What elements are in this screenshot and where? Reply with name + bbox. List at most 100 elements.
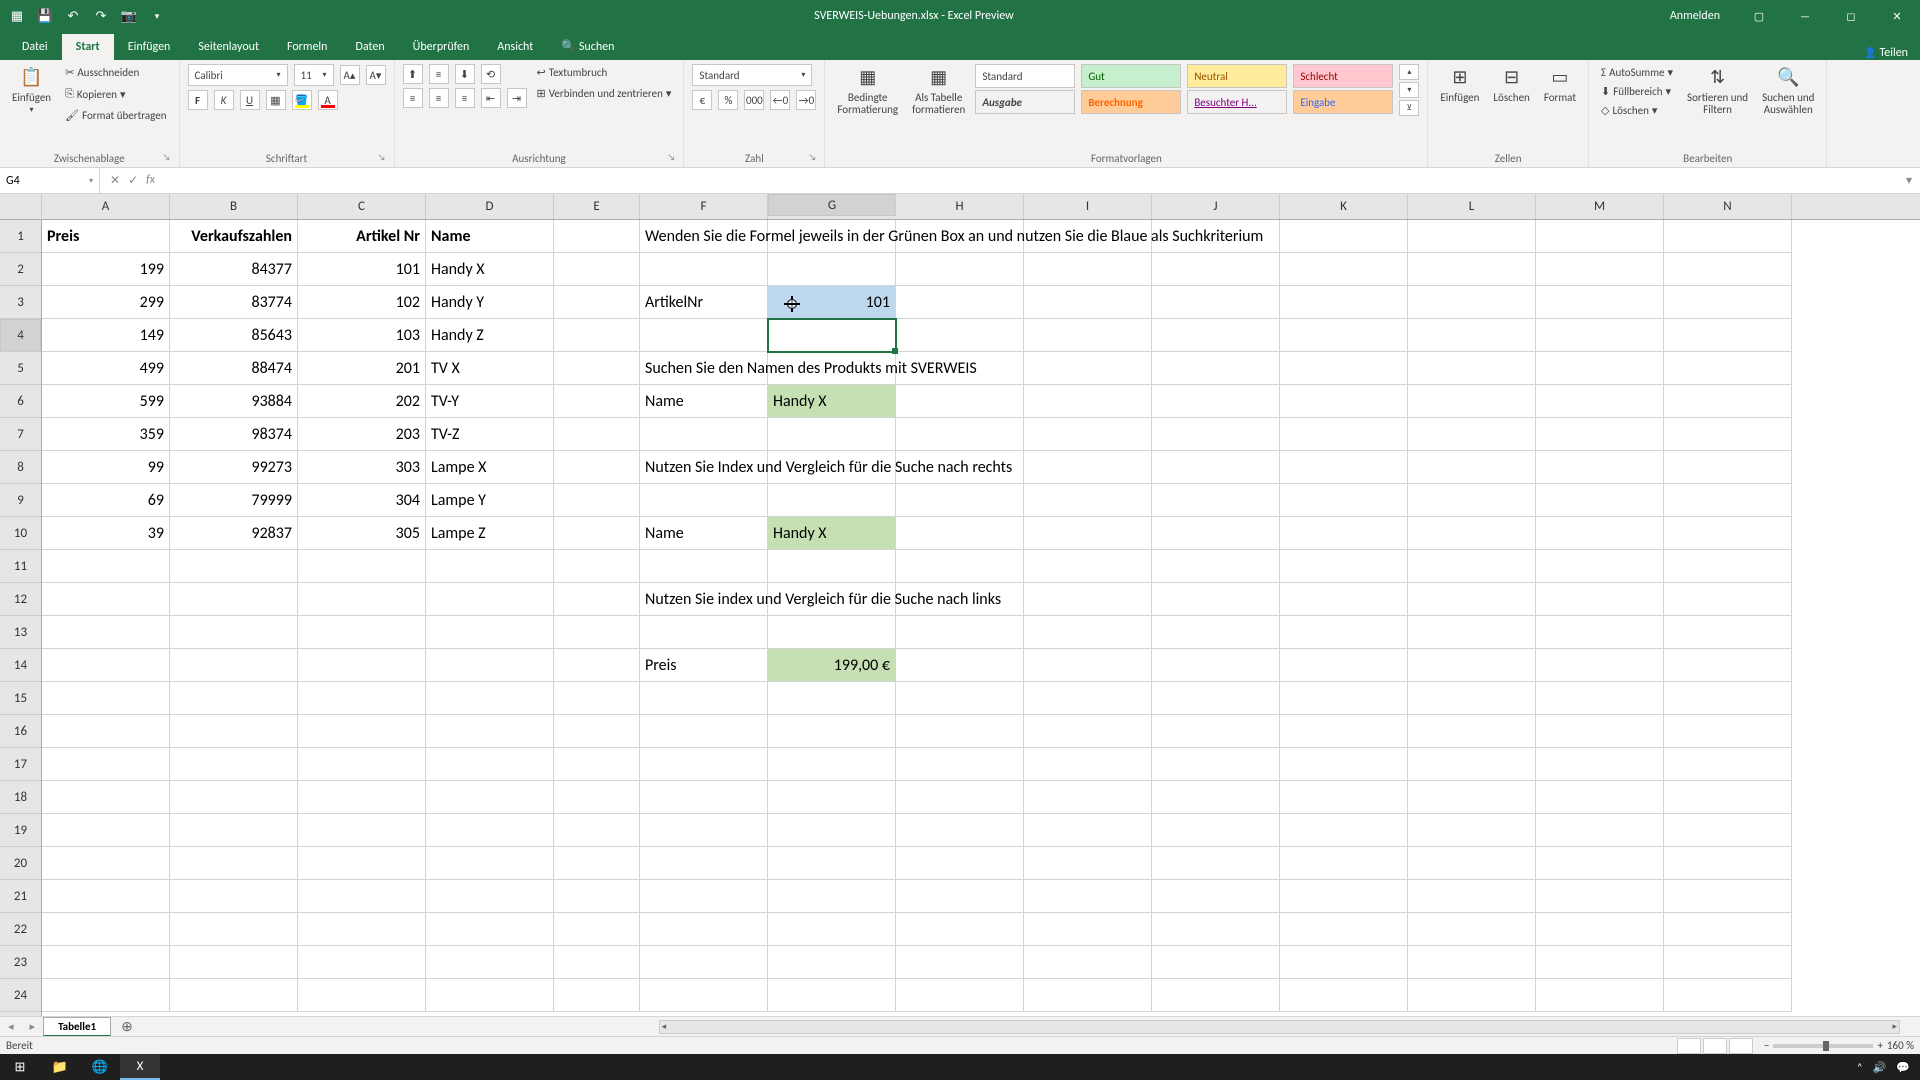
signin-link[interactable]: Anmelden — [1654, 9, 1736, 23]
cell[interactable] — [640, 550, 768, 583]
cell[interactable]: Handy X — [768, 517, 896, 550]
cell[interactable]: Handy X — [768, 385, 896, 418]
styles-more-icon[interactable]: ⊻ — [1399, 100, 1419, 116]
cell[interactable] — [1664, 880, 1792, 913]
cell[interactable] — [1408, 484, 1536, 517]
cell[interactable] — [1280, 913, 1408, 946]
sheet-nav-prev-icon[interactable]: ◂ — [0, 1020, 22, 1033]
cell[interactable] — [1664, 286, 1792, 319]
cell[interactable] — [1024, 616, 1152, 649]
column-header[interactable]: M — [1536, 194, 1664, 219]
cell[interactable] — [298, 715, 426, 748]
cell[interactable]: 101 — [298, 253, 426, 286]
cell[interactable]: Name — [426, 220, 554, 253]
cell[interactable] — [1152, 814, 1280, 847]
cell[interactable]: 84377 — [170, 253, 298, 286]
decrease-font-icon[interactable]: A▾ — [366, 65, 386, 85]
cell[interactable] — [426, 781, 554, 814]
bold-button[interactable]: F — [188, 90, 208, 110]
launcher-icon[interactable]: ↘ — [667, 152, 675, 163]
sheet-tab[interactable]: Tabelle1 — [43, 1017, 111, 1037]
cell[interactable] — [298, 847, 426, 880]
excel-taskbar-icon[interactable]: X — [120, 1054, 160, 1080]
cell[interactable] — [640, 616, 768, 649]
cell[interactable] — [426, 748, 554, 781]
cell[interactable] — [1280, 583, 1408, 616]
increase-font-icon[interactable]: A▴ — [340, 65, 360, 85]
cell[interactable] — [1152, 946, 1280, 979]
cell[interactable] — [554, 814, 640, 847]
fx-icon[interactable]: fx — [146, 173, 155, 188]
cell[interactable] — [1024, 715, 1152, 748]
cell[interactable] — [1024, 814, 1152, 847]
cell[interactable] — [42, 682, 170, 715]
row-header[interactable]: 12 — [0, 583, 41, 616]
cell[interactable] — [1408, 220, 1536, 253]
cell[interactable] — [1280, 682, 1408, 715]
cell[interactable] — [554, 715, 640, 748]
cell[interactable] — [640, 319, 768, 352]
column-header[interactable]: G — [768, 194, 896, 216]
cell[interactable] — [896, 847, 1024, 880]
cell[interactable] — [170, 649, 298, 682]
cell[interactable] — [1536, 517, 1664, 550]
cell[interactable] — [896, 913, 1024, 946]
cell[interactable] — [298, 748, 426, 781]
autosum-button[interactable]: Σ AutoSumme ▾ — [1597, 64, 1677, 81]
cell[interactable] — [1408, 517, 1536, 550]
cell[interactable] — [1664, 649, 1792, 682]
cell[interactable] — [1280, 550, 1408, 583]
cell[interactable] — [1152, 880, 1280, 913]
cell[interactable] — [426, 847, 554, 880]
cell[interactable] — [1024, 979, 1152, 1012]
cell[interactable] — [1024, 253, 1152, 286]
cell[interactable] — [1024, 451, 1152, 484]
cell[interactable]: Verkaufszahlen — [170, 220, 298, 253]
cell[interactable] — [298, 781, 426, 814]
cell[interactable] — [426, 550, 554, 583]
cell[interactable] — [1536, 583, 1664, 616]
cell[interactable] — [42, 781, 170, 814]
cell[interactable] — [426, 880, 554, 913]
style-besuchter[interactable]: Besuchter H... — [1187, 90, 1287, 114]
cell[interactable] — [896, 286, 1024, 319]
cell[interactable] — [1664, 913, 1792, 946]
cell[interactable] — [1536, 286, 1664, 319]
cell[interactable] — [42, 913, 170, 946]
indent-right-icon[interactable]: ⇥ — [507, 88, 527, 108]
cell[interactable]: 83774 — [170, 286, 298, 319]
cell[interactable] — [1664, 319, 1792, 352]
cell[interactable] — [298, 550, 426, 583]
cell[interactable] — [768, 253, 896, 286]
tray-volume-icon[interactable]: 🔊 — [1873, 1061, 1887, 1074]
cell[interactable] — [1024, 517, 1152, 550]
cell[interactable] — [1536, 418, 1664, 451]
column-header[interactable]: H — [896, 194, 1024, 219]
view-normal-icon[interactable] — [1677, 1038, 1701, 1054]
cell[interactable] — [1536, 913, 1664, 946]
style-gut[interactable]: Gut — [1081, 64, 1181, 88]
underline-button[interactable]: U — [240, 90, 260, 110]
cell[interactable] — [554, 451, 640, 484]
cell[interactable] — [896, 682, 1024, 715]
wrap-text-button[interactable]: ↩ Textumbruch — [533, 64, 676, 81]
add-sheet-icon[interactable]: ⊕ — [111, 1018, 143, 1035]
cell[interactable] — [298, 616, 426, 649]
cell[interactable]: ArtikelNr — [640, 286, 768, 319]
cell[interactable]: Name — [640, 517, 768, 550]
cell[interactable] — [1664, 352, 1792, 385]
cell[interactable] — [1280, 979, 1408, 1012]
cell[interactable] — [1024, 418, 1152, 451]
cell[interactable] — [896, 814, 1024, 847]
cell[interactable] — [42, 748, 170, 781]
row-header[interactable]: 21 — [0, 880, 41, 913]
horizontal-scrollbar[interactable]: ◂▸ — [659, 1020, 1900, 1034]
cell[interactable] — [554, 979, 640, 1012]
cell[interactable] — [1408, 913, 1536, 946]
cell[interactable] — [42, 880, 170, 913]
cell[interactable]: Suchen Sie den Namen des Produkts mit SV… — [640, 352, 768, 385]
align-left-icon[interactable]: ≡ — [403, 88, 423, 108]
cell[interactable] — [1536, 352, 1664, 385]
cell[interactable] — [298, 946, 426, 979]
cell[interactable] — [554, 682, 640, 715]
